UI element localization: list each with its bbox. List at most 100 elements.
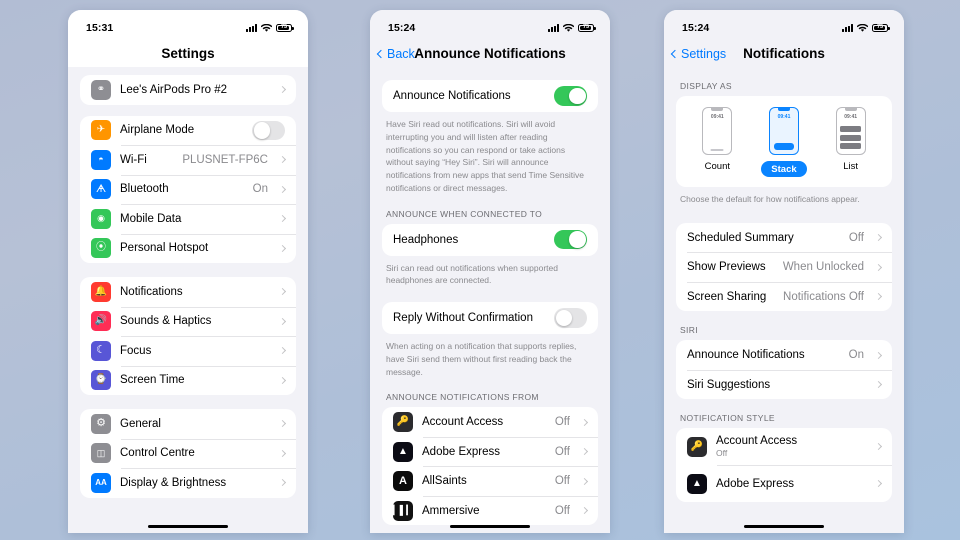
display-brightness-icon: AA xyxy=(91,472,111,493)
row-general[interactable]: ⚙ General xyxy=(80,409,296,439)
row-show-previews[interactable]: Show Previews When Unlocked xyxy=(676,252,892,282)
chevron-right-icon xyxy=(278,288,287,296)
back-button[interactable]: Settings xyxy=(670,47,726,61)
chevron-right-icon xyxy=(278,86,287,94)
row-style-account-access[interactable]: 🔑 Account Access Off xyxy=(676,428,892,465)
headphones-switch[interactable] xyxy=(554,229,587,250)
account-access-app-icon: 🔑 xyxy=(687,436,707,457)
status-bar: 15:31 75 xyxy=(68,10,308,40)
row-announce-notifications[interactable]: Announce Notifications On xyxy=(676,340,892,370)
row-scheduled-summary[interactable]: Scheduled Summary Off xyxy=(676,223,892,253)
status-bar: 15:24 75 xyxy=(664,10,904,40)
row-airpods[interactable]: ⚭ Lee's AirPods Pro #2 xyxy=(80,75,296,105)
row-value: On xyxy=(252,183,268,196)
row-announce-notifications[interactable]: Announce Notifications xyxy=(382,80,598,112)
row-focus[interactable]: ☾ Focus xyxy=(80,336,296,366)
row-value: When Unlocked xyxy=(782,261,864,273)
row-airplane-mode[interactable]: ✈ Airplane Mode xyxy=(80,116,296,146)
chevron-right-icon xyxy=(278,376,287,384)
chevron-left-icon xyxy=(376,49,386,58)
announce-notifications-switch[interactable] xyxy=(554,86,587,106)
focus-moon-icon: ☾ xyxy=(91,340,111,361)
row-app-ammersive[interactable]: ▎▌▎ Ammersive Off xyxy=(382,495,598,526)
row-label: Announce Notifications xyxy=(393,90,511,102)
page-title: Announce Notifications xyxy=(414,46,566,61)
status-time: 15:31 xyxy=(86,22,114,34)
chevron-right-icon xyxy=(874,263,883,271)
notification-settings-card: Scheduled Summary Off Show Previews When… xyxy=(676,222,892,312)
preview-time: 09:41 xyxy=(777,113,791,120)
device-card: ⚭ Lee's AirPods Pro #2 xyxy=(80,75,296,105)
row-app-account-access[interactable]: 🔑 Account Access Off xyxy=(382,407,598,437)
row-display-brightness[interactable]: AA Display & Brightness xyxy=(80,468,296,498)
row-mobile-data[interactable]: ◉ Mobile Data xyxy=(80,204,296,234)
allsaints-app-icon: A xyxy=(393,471,413,491)
chevron-right-icon xyxy=(278,449,287,457)
notification-style-card: 🔑 Account Access Off ▲ Adobe Express xyxy=(676,428,892,503)
row-value: Off xyxy=(554,445,570,458)
row-value: On xyxy=(848,349,864,361)
row-screen-sharing[interactable]: Screen Sharing Notifications Off xyxy=(676,281,892,312)
phone-announce-notifications: 15:24 75 Back Announce Notifications Ann… xyxy=(370,10,610,533)
page-title: Notifications xyxy=(743,46,825,61)
siri-header: SIRI xyxy=(680,325,698,336)
display-as-label: List xyxy=(843,161,859,172)
row-bluetooth[interactable]: ᗗ Bluetooth On xyxy=(80,174,296,205)
chevron-right-icon xyxy=(278,244,287,252)
apps-card: 🔑 Account Access Off ▲ Adobe Express Off… xyxy=(382,407,598,526)
wifi-icon xyxy=(563,23,574,32)
row-headphones[interactable]: Headphones xyxy=(382,224,598,256)
airplane-icon: ✈ xyxy=(91,120,111,141)
chevron-right-icon xyxy=(874,443,883,451)
row-control-centre[interactable]: ◫ Control Centre xyxy=(80,438,296,469)
row-label: Adobe Express xyxy=(716,477,794,490)
home-indicator xyxy=(148,524,228,528)
headphones-footnote: Siri can read out notifications when sup… xyxy=(386,262,558,286)
display-as-option-list[interactable]: 09:41 List xyxy=(820,107,882,177)
wifi-icon: ◓ xyxy=(91,149,111,170)
row-label: Adobe Express xyxy=(422,445,500,458)
row-sounds-haptics[interactable]: 🔊 Sounds & Haptics xyxy=(80,306,296,337)
row-app-allsaints[interactable]: A AllSaints Off xyxy=(382,466,598,496)
chevron-right-icon xyxy=(278,215,287,223)
row-app-adobe-express[interactable]: ▲ Adobe Express Off xyxy=(382,436,598,467)
back-button[interactable]: Back xyxy=(376,47,415,61)
phone-settings-main: 15:31 75 Settings ⚭ Lee's AirPods Pro #2 xyxy=(68,10,308,533)
chevron-right-icon xyxy=(874,292,883,301)
display-as-header: DISPLAY AS xyxy=(680,81,732,91)
row-label: Notifications xyxy=(120,285,183,298)
row-value: PLUSNET-FP6C xyxy=(182,153,268,166)
announce-scroll-view[interactable]: Announce Notifications Have Siri read ou… xyxy=(370,67,610,533)
ammersive-app-icon: ▎▌▎ xyxy=(393,500,413,521)
phone-preview-stack-icon: 09:41 xyxy=(768,107,799,155)
row-style-adobe-express[interactable]: ▲ Adobe Express xyxy=(676,465,892,502)
reply-footnote: When acting on a notification that suppo… xyxy=(386,341,577,377)
notifications-bell-icon: 🔔 xyxy=(91,281,111,302)
display-as-option-stack[interactable]: 09:41 Stack xyxy=(753,107,815,177)
notification-style-header: NOTIFICATION STYLE xyxy=(680,413,775,424)
home-indicator xyxy=(450,524,530,528)
reply-without-confirmation-switch[interactable] xyxy=(554,308,587,328)
battery-level: 75 xyxy=(582,24,590,31)
nav-bar: Settings xyxy=(68,40,308,67)
row-siri-suggestions[interactable]: Siri Suggestions xyxy=(676,369,892,400)
settings-scroll-view[interactable]: ⚭ Lee's AirPods Pro #2 ✈ Airplane Mode ◓… xyxy=(68,67,308,533)
chevron-right-icon xyxy=(580,447,589,456)
display-as-option-count[interactable]: 09:41 Count xyxy=(686,107,748,177)
notifications-scroll-view[interactable]: DISPLAY AS 09:41 Count 09:41 Stack 09:41… xyxy=(664,67,904,533)
reply-card: Reply Without Confirmation xyxy=(382,302,598,334)
row-personal-hotspot[interactable]: ⦿ Personal Hotspot xyxy=(80,233,296,264)
status-time: 15:24 xyxy=(682,22,710,34)
cellular-signal-icon xyxy=(842,24,853,32)
row-wifi[interactable]: ◓ Wi-Fi PLUSNET-FP6C xyxy=(80,145,296,175)
row-label: General xyxy=(120,417,161,430)
row-label: Display & Brightness xyxy=(120,476,227,489)
row-screen-time[interactable]: ⌚ Screen Time xyxy=(80,365,296,396)
airplane-mode-switch[interactable] xyxy=(252,120,285,140)
row-notifications[interactable]: 🔔 Notifications xyxy=(80,277,296,307)
battery-icon: 75 xyxy=(276,23,294,33)
row-value: Notifications Off xyxy=(783,290,864,303)
row-label: Control Centre xyxy=(120,447,195,460)
row-reply-without-confirmation[interactable]: Reply Without Confirmation xyxy=(382,302,598,334)
chevron-right-icon xyxy=(874,351,883,359)
